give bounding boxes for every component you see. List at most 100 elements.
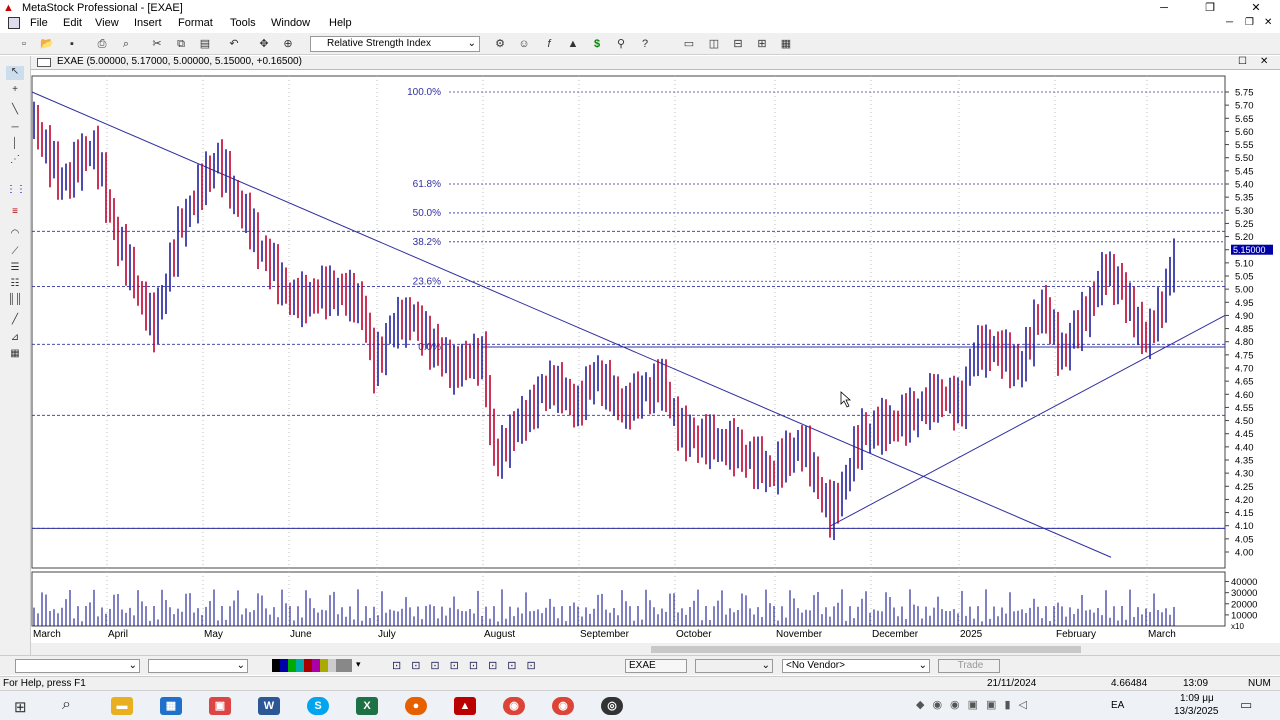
dollar-icon[interactable]: $ — [588, 36, 606, 52]
file-explorer-icon[interactable]: ▬ — [111, 697, 133, 715]
month-label: December — [872, 629, 919, 640]
mdi-restore-button[interactable]: ❐ — [1245, 17, 1254, 28]
search-icon[interactable]: ⌕ — [62, 696, 71, 714]
trade-button[interactable]: Trade — [938, 659, 1000, 673]
menu-format[interactable]: Format — [178, 17, 213, 29]
excel-icon[interactable]: X — [356, 697, 378, 715]
windows-start-icon[interactable]: ⊞ — [14, 698, 27, 716]
menu-file[interactable]: File — [30, 17, 48, 29]
clock-time[interactable]: 1:09 μμ — [1180, 693, 1214, 704]
menu-edit[interactable]: Edit — [63, 17, 82, 29]
binoculars-icon[interactable]: ⚲ — [612, 36, 630, 52]
chart-maximize-button[interactable]: ☐ — [1238, 56, 1247, 67]
chrome-icon[interactable]: ◉ — [503, 697, 525, 715]
arrange-icon[interactable]: ▦ — [777, 36, 795, 52]
photos-icon[interactable]: ▣ — [209, 697, 231, 715]
menu-window[interactable]: Window — [271, 17, 310, 29]
chart-close-button[interactable]: ✕ — [1260, 56, 1268, 67]
open-icon[interactable]: 📂 — [38, 36, 56, 52]
help-icon[interactable]: ? — [636, 36, 654, 52]
tray-icons[interactable]: ◆◉◉▣▣▮◁ — [916, 698, 1035, 711]
formula-icon[interactable]: f — [540, 36, 558, 52]
fibonacci-icon[interactable]: ≡ — [6, 206, 24, 220]
extension-icon[interactable]: ☷ — [6, 278, 24, 292]
store-icon[interactable]: ▦ — [160, 697, 182, 715]
cycle-icon[interactable]: ⋮⋮ — [6, 184, 26, 198]
cascade-icon[interactable]: ▭ — [680, 36, 698, 52]
skype-icon[interactable]: S — [307, 697, 329, 715]
vendor-select[interactable]: <No Vendor> ⌄ — [782, 659, 930, 673]
horizontal-line-icon[interactable]: ─ — [6, 122, 24, 136]
vertical-line-icon[interactable]: │ — [6, 138, 24, 152]
palette-dropdown-icon[interactable]: ▾ — [356, 659, 361, 670]
price-tick-label: 4.65 — [1235, 377, 1254, 388]
notifications-icon[interactable]: ▭ — [1240, 697, 1252, 713]
copy-icon[interactable]: ⧉ — [172, 36, 190, 52]
mdi-minimize-button[interactable]: ─ — [1226, 17, 1233, 28]
firefox-icon[interactable]: ● — [405, 697, 427, 715]
ray-icon[interactable]: ╱ — [6, 314, 24, 328]
retracement-icon[interactable]: ☰ — [6, 262, 24, 276]
status-help-text: For Help, press F1 — [3, 678, 86, 689]
expert-icon[interactable]: ☺ — [515, 36, 533, 52]
fibonacci-label: 61.8% — [413, 179, 441, 190]
line-weight-select[interactable]: ⌄ — [148, 659, 248, 673]
explorer-icon[interactable]: ⚙ — [491, 36, 509, 52]
close-button[interactable]: ✕ — [1233, 0, 1279, 16]
fibonacci-label: 23.6% — [413, 276, 441, 287]
word-icon[interactable]: W — [258, 697, 280, 715]
period-select[interactable]: ⌄ — [695, 659, 773, 673]
cut-icon[interactable]: ✂ — [148, 36, 166, 52]
tile-horizontal-icon[interactable]: ⊟ — [729, 36, 747, 52]
print-preview-icon[interactable]: ⌕ — [117, 36, 135, 52]
tile-grid-icon[interactable]: ⊞ — [753, 36, 771, 52]
pointer-icon[interactable]: ↖ — [6, 66, 24, 80]
indicator-select-value: Relative Strength Index — [327, 38, 431, 49]
month-label: July — [378, 629, 396, 640]
vendor-select-value: <No Vendor> — [786, 660, 845, 671]
minimize-button[interactable]: ─ — [1141, 0, 1187, 16]
month-label: June — [290, 629, 312, 640]
mdi-close-button[interactable]: ✕ — [1264, 17, 1272, 28]
indicator-select[interactable]: Relative Strength Index ⌄ — [310, 36, 480, 52]
print-icon[interactable]: ⎙ — [93, 36, 111, 52]
grid-icon[interactable]: ▦ — [6, 348, 24, 362]
time-zones-icon[interactable]: ║║ — [6, 294, 24, 308]
fibonacci-label: 38.2% — [413, 237, 441, 248]
window-title: MetaStock Professional - [EXAE] — [22, 2, 183, 14]
period-icons[interactable]: ⊡⊡⊡⊡⊡⊡⊡⊡ — [392, 659, 546, 672]
save-icon[interactable]: ▪ — [63, 36, 81, 52]
gann-icon[interactable]: ⊿ — [6, 332, 24, 346]
cross-icon[interactable]: + — [6, 84, 24, 98]
restore-button[interactable]: ❐ — [1187, 0, 1233, 16]
chrome-alt-icon[interactable]: ◉ — [552, 697, 574, 715]
chevron-down-icon: ⌄ — [128, 660, 137, 671]
trendline-icon[interactable]: ╲ — [6, 104, 24, 118]
line-style-select[interactable]: ⌄ — [15, 659, 140, 673]
menu-insert[interactable]: Insert — [134, 17, 162, 29]
price-chart[interactable]: March April May June July August September Octo… — [31, 70, 1280, 656]
arc-icon[interactable]: ◠ — [6, 228, 24, 242]
status-date: 21/11/2024 — [987, 678, 1037, 689]
zoom-icon[interactable]: ⊕ — [279, 36, 297, 52]
parallel-icon[interactable]: ⋰ — [6, 154, 24, 168]
menu-view[interactable]: View — [95, 17, 119, 29]
volume-tick-label: 40000 — [1231, 577, 1257, 588]
color-palette-icon[interactable] — [272, 659, 352, 672]
fan-icon[interactable]: ⟋ — [6, 246, 24, 260]
tile-vertical-icon[interactable]: ◫ — [705, 36, 723, 52]
metastock-icon[interactable]: ▲ — [454, 697, 476, 715]
app-icon-dark[interactable]: ◎ — [601, 697, 623, 715]
menu-tools[interactable]: Tools — [230, 17, 256, 29]
crosshair-icon[interactable]: ✥ — [255, 36, 273, 52]
language-indicator[interactable]: EA — [1111, 700, 1124, 711]
undo-icon[interactable]: ↶ — [225, 36, 243, 52]
new-icon[interactable]: ▫ — [15, 36, 33, 52]
clock-date[interactable]: 13/3/2025 — [1174, 706, 1219, 717]
paste-icon[interactable]: ▤ — [196, 36, 214, 52]
menu-help[interactable]: Help — [329, 17, 352, 29]
price-tick-label: 4.15 — [1235, 508, 1254, 519]
price-tick-label: 5.05 — [1235, 272, 1254, 283]
system-tester-icon[interactable]: ▲ — [564, 36, 582, 52]
symbol-field[interactable]: EXAE — [625, 659, 687, 673]
